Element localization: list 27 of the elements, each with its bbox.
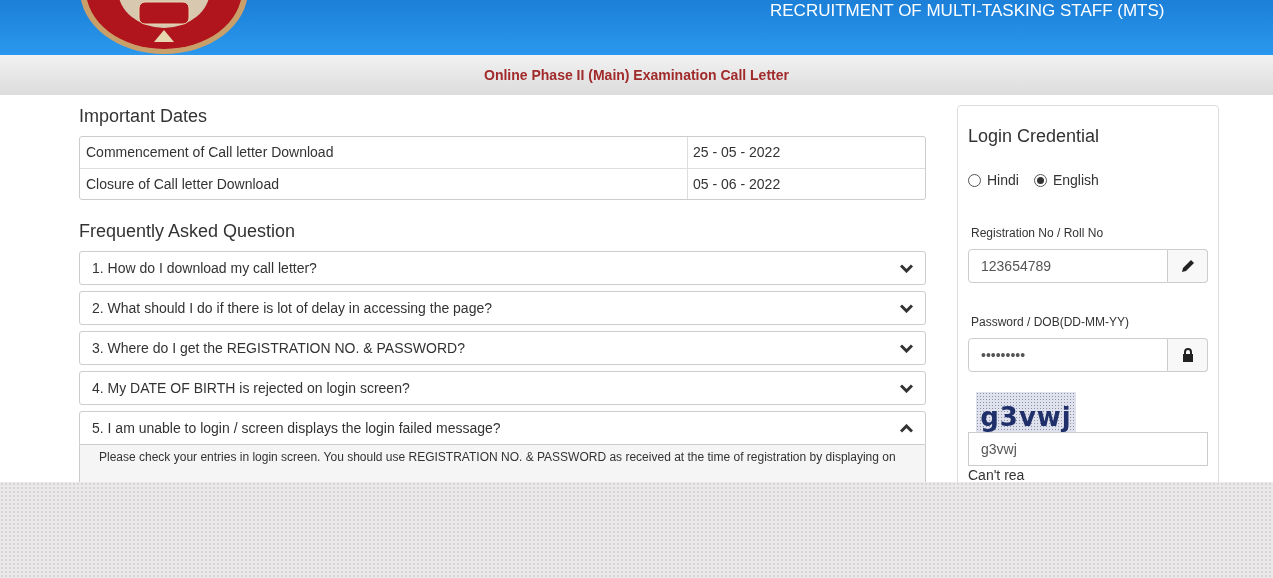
- lock-icon: [1180, 348, 1195, 362]
- help-text: Can't rea: [968, 467, 1025, 483]
- table-cell: Closure of Call letter Download: [80, 169, 688, 199]
- language-radio[interactable]: Hindi: [968, 170, 1019, 191]
- faq-question[interactable]: 4. My DATE OF BIRTH is rejected on login screen?: [79, 371, 926, 405]
- faq-question[interactable]: 2. What should I do if there is lot of delay in accessing the page?: [79, 291, 926, 325]
- table-cell-text: 05 - 06 - 2022: [692, 174, 782, 194]
- header-title: RECRUITMENT OF MULTI-TASKING STAFF (MTS): [770, 2, 1165, 19]
- answer-text: Please check your entries in login screen. You should use REGISTRATION NO. & PASSWORD as received at the time of registration by displaying on: [99, 449, 896, 466]
- language-radio[interactable]: English: [1033, 170, 1099, 191]
- page-title: Online Phase II (Main) Examination Call Letter: [484, 65, 789, 85]
- captcha-field[interactable]: g3vwj: [968, 432, 1208, 466]
- password-field[interactable]: •••••••••: [968, 338, 1168, 372]
- captcha-text: g3vwj: [980, 402, 1072, 432]
- logo-icon: [79, 0, 249, 55]
- field-label: Registration No / Roll No: [971, 225, 1105, 242]
- table-cell: Commencement of Call letter Download: [80, 137, 688, 168]
- panel-heading: Login Credential: [968, 125, 1101, 147]
- table-cell-text: 25 - 05 - 2022: [692, 143, 782, 162]
- field-label: Password / DOB(DD-MM-YY): [971, 314, 1130, 331]
- faq-question[interactable]: 5. I am unable to login / screen displays the login failed message?: [79, 411, 926, 445]
- section-heading: Important Dates: [79, 105, 209, 127]
- section-heading: Frequently Asked Question: [79, 220, 297, 242]
- faq-question[interactable]: 1. How do I download my call letter?: [79, 251, 926, 285]
- pencil-icon: [1180, 259, 1195, 273]
- faq-question[interactable]: 3. Where do I get the REGISTRATION NO. & PASSWORD?: [79, 331, 926, 365]
- registration-field[interactable]: 123654789: [968, 249, 1168, 283]
